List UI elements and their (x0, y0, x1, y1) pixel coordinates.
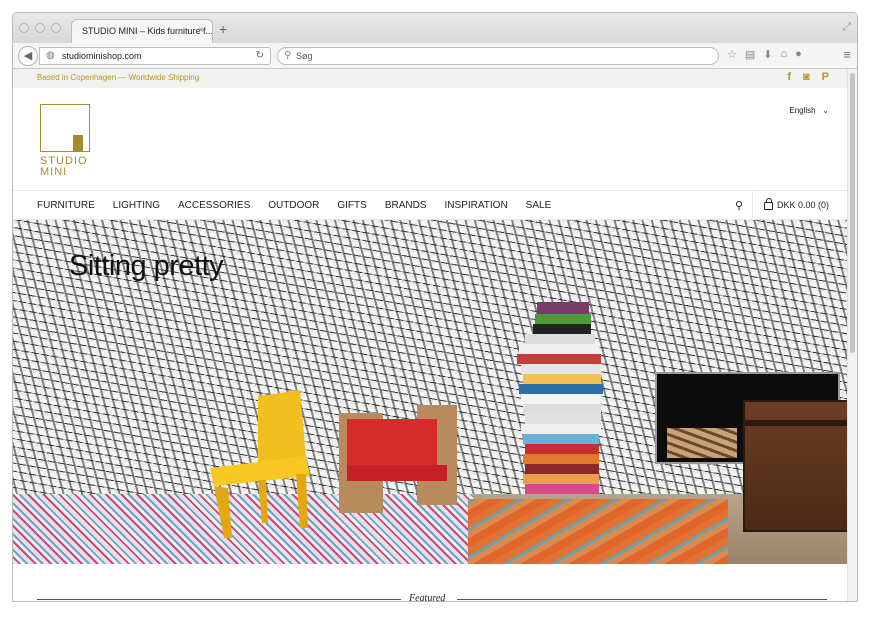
nav-item-furniture[interactable]: FURNITURE (37, 200, 95, 211)
cart-button[interactable]: DKK 0.00 (0) (763, 198, 829, 210)
clipboard-icon[interactable]: ▤ (745, 48, 755, 61)
main-navigation: FURNITURE LIGHTING ACCESSORIES OUTDOOR G… (13, 190, 849, 221)
pinterest-icon[interactable]: P (822, 71, 829, 83)
logo-text: STUDIO MINI (40, 156, 90, 178)
red-chair-illustration (339, 405, 457, 513)
yellow-chair-illustration (210, 390, 310, 538)
divider (752, 191, 753, 221)
hero-rug-right (468, 499, 728, 564)
browser-window: STUDIO MINI – Kids furniture f... × + ⤢ … (12, 12, 858, 602)
search-icon: ⚲ (284, 50, 292, 61)
site-search-icon[interactable]: ⚲ (735, 199, 743, 212)
facebook-icon[interactable]: f (787, 71, 791, 83)
language-label: English (789, 106, 816, 115)
browser-tab[interactable]: STUDIO MINI – Kids furniture f... × (71, 19, 213, 43)
fullscreen-icon[interactable]: ⤢ (842, 21, 851, 34)
search-placeholder: Søg (296, 51, 313, 61)
shopping-bag-icon (763, 198, 773, 210)
divider-left (37, 599, 401, 600)
browser-toolbar: ◀ ◍ studiominishop.com ↻ ⚲ Søg ☆ ▤ ⬇ ⌂ ●… (13, 43, 857, 69)
page-scrollbar[interactable] (847, 69, 857, 601)
toolbar-icons: ☆ ▤ ⬇ ⌂ ● (727, 48, 802, 61)
social-links: f ◙ P (787, 71, 829, 83)
nav-item-sale[interactable]: SALE (526, 200, 552, 211)
globe-icon: ◍ (46, 50, 55, 61)
nav-item-lighting[interactable]: LIGHTING (113, 200, 160, 211)
logo-line-2: MINI (40, 166, 68, 178)
instagram-icon[interactable]: ◙ (803, 71, 810, 83)
reload-icon[interactable]: ↻ (256, 50, 264, 61)
divider-right (457, 599, 827, 600)
shipping-notice: Based in Copenhagen — Worldwide Shipping (37, 73, 200, 82)
book-stack-illustration (517, 302, 603, 494)
address-bar[interactable]: ◍ studiominishop.com ↻ (39, 47, 271, 65)
trunk-illustration (743, 400, 849, 532)
new-tab-button[interactable]: + (219, 21, 227, 37)
url-text: studiominishop.com (62, 51, 142, 61)
hero-banner[interactable]: Sitting pretty (13, 220, 849, 564)
featured-section-header: Featured (13, 564, 849, 602)
zoom-window-button[interactable] (51, 23, 61, 33)
nav-item-gifts[interactable]: GIFTS (337, 200, 366, 211)
site-header: STUDIO MINI English ⌄ (13, 88, 849, 190)
tab-close-icon[interactable]: × (198, 25, 204, 36)
close-window-button[interactable] (19, 23, 29, 33)
nav-item-brands[interactable]: BRANDS (385, 200, 427, 211)
nav-item-outdoor[interactable]: OUTDOOR (268, 200, 319, 211)
download-icon[interactable]: ⬇ (763, 48, 772, 61)
hero-title: Sitting pretty (69, 250, 224, 282)
featured-label: Featured (409, 593, 446, 602)
home-icon[interactable]: ⌂ (781, 48, 788, 61)
web-page: Based in Copenhagen — Worldwide Shipping… (13, 69, 849, 602)
star-icon[interactable]: ☆ (727, 48, 737, 61)
back-button[interactable]: ◀ (18, 46, 38, 66)
scrollbar-thumb[interactable] (850, 73, 855, 353)
minimize-window-button[interactable] (35, 23, 45, 33)
window-controls (19, 23, 61, 33)
chevron-down-icon: ⌄ (817, 106, 829, 115)
browser-search-input[interactable]: ⚲ Søg (277, 47, 719, 65)
studio-mini-logo[interactable]: STUDIO MINI (40, 104, 90, 178)
nav-item-accessories[interactable]: ACCESSORIES (178, 200, 250, 211)
language-selector[interactable]: English ⌄ (789, 106, 829, 115)
logo-mark (40, 104, 90, 152)
announcement-bar: Based in Copenhagen — Worldwide Shipping… (13, 69, 849, 88)
tab-title: STUDIO MINI – Kids furniture f... (82, 26, 214, 36)
cart-total: DKK 0.00 (0) (776, 200, 829, 210)
menu-icon[interactable]: ≡ (843, 47, 851, 62)
nav-item-inspiration[interactable]: INSPIRATION (445, 200, 508, 211)
tab-strip: STUDIO MINI – Kids furniture f... × + ⤢ (13, 13, 857, 43)
chat-icon[interactable]: ● (795, 48, 802, 61)
